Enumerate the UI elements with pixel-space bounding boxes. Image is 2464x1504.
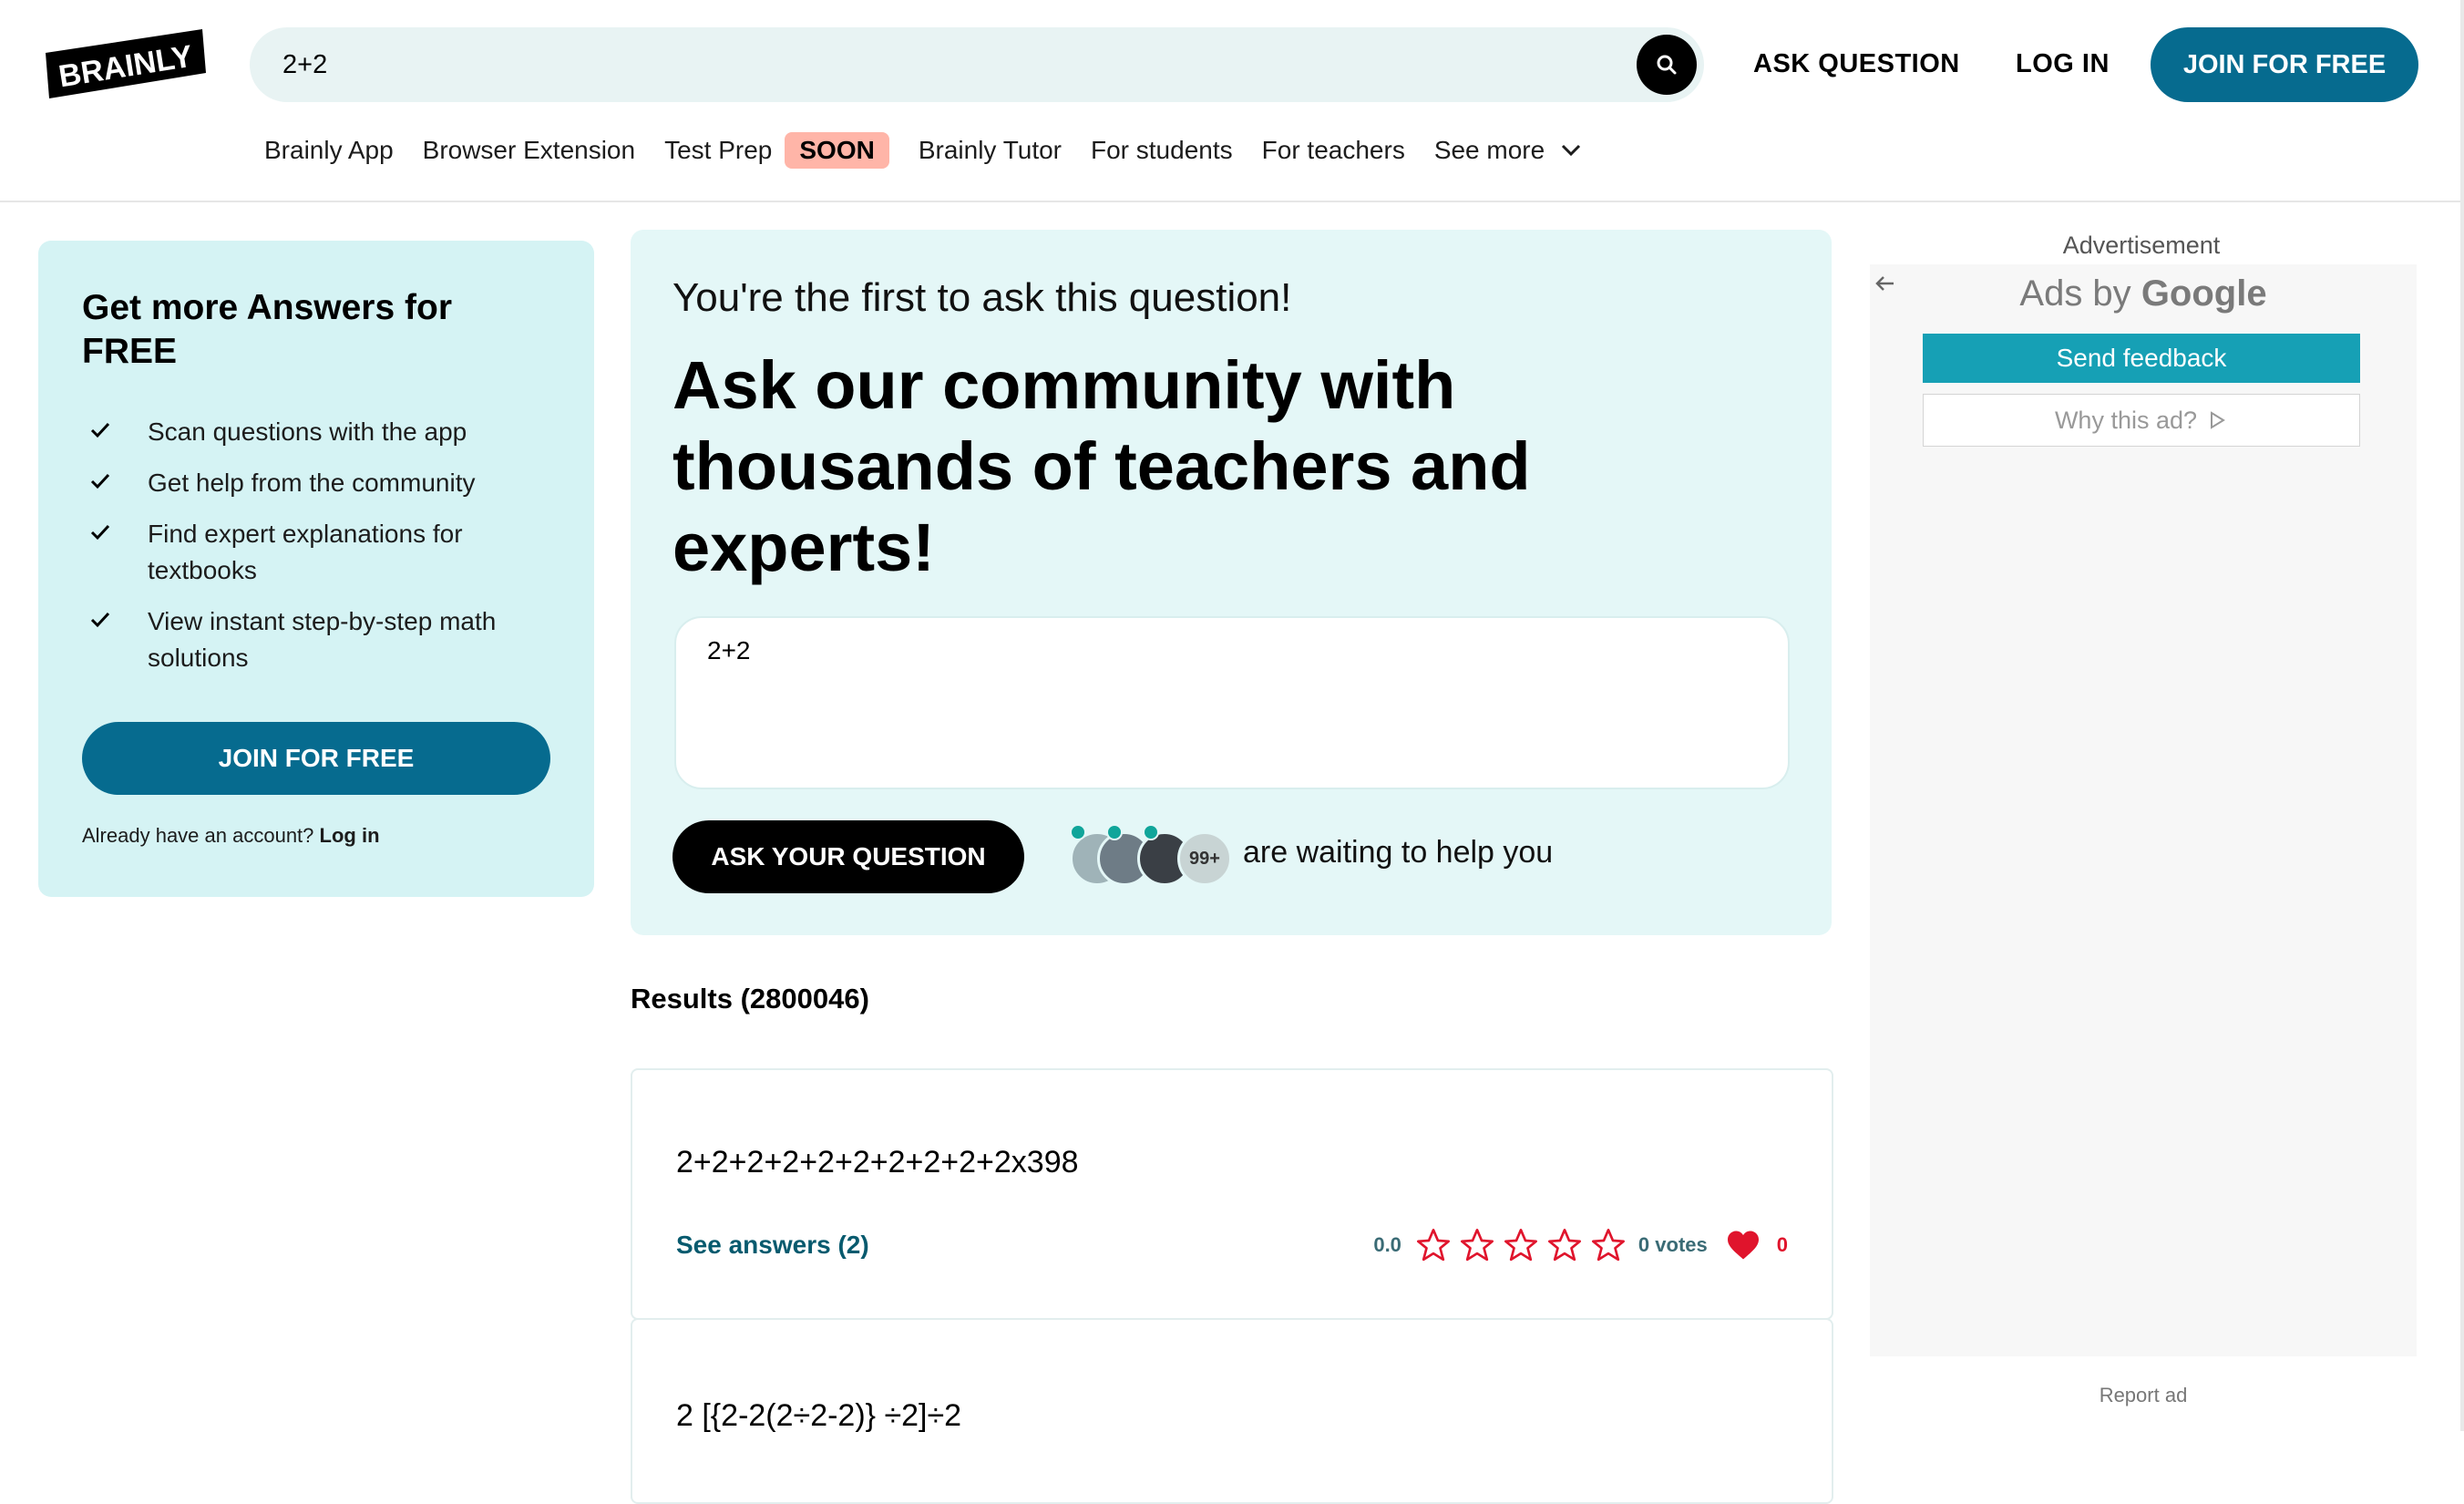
feature-item: View instant step-by-step math solutions: [82, 603, 574, 676]
log-in-link[interactable]: LOG IN: [2016, 49, 2110, 79]
check-icon: [90, 422, 110, 438]
star-icon: [1547, 1229, 1581, 1262]
question-card[interactable]: 2+2+2+2+2+2+2+2+2+2x398 See answers (2) …: [631, 1068, 1833, 1320]
question-card[interactable]: 2 [{2-2(2÷2-2)} ÷2]÷2: [631, 1318, 1833, 1504]
play-icon: [2211, 411, 2225, 429]
send-feedback-button[interactable]: Send feedback: [1923, 334, 2360, 383]
ads-by-google: Ads by Google: [1870, 273, 2417, 314]
promo-join-button[interactable]: JOIN FOR FREE: [82, 722, 550, 795]
nav-browser-extension[interactable]: Browser Extension: [423, 136, 635, 165]
already-have-account: Already have an account? Log in: [82, 824, 380, 848]
nav-brainly-tutor[interactable]: Brainly Tutor: [919, 136, 1062, 165]
why-this-ad-text: Why this ad?: [2054, 406, 2198, 434]
feature-text: Find expert explanations for textbooks: [148, 520, 463, 584]
star-icon: [1460, 1229, 1494, 1262]
search-bar[interactable]: 2+2: [250, 27, 1704, 102]
first-to-ask-text: You're the first to ask this question!: [672, 275, 1292, 320]
ask-community-heading: Ask our community with thousands of teac…: [672, 347, 1531, 585]
star-icon: [1591, 1229, 1625, 1262]
question-text[interactable]: 2 [{2-2(2÷2-2)} ÷2]÷2: [676, 1398, 961, 1434]
check-icon: [90, 524, 110, 541]
feature-item: Find expert explanations for textbooks: [82, 516, 574, 589]
online-dot: [1070, 824, 1086, 840]
question-textarea[interactable]: 2+2: [674, 616, 1790, 789]
why-this-ad-button[interactable]: Why this ad?: [1923, 394, 2360, 447]
star-icon: [1504, 1229, 1537, 1262]
ask-question-link[interactable]: ASK QUESTION: [1753, 49, 1960, 79]
feature-item: Scan questions with the app: [82, 414, 574, 450]
question-textarea-value: 2+2: [707, 636, 751, 664]
heart-icon[interactable]: [1726, 1230, 1761, 1261]
search-input[interactable]: 2+2: [282, 27, 327, 102]
nav-for-students[interactable]: For students: [1091, 136, 1233, 165]
question-text[interactable]: 2+2+2+2+2+2+2+2+2+2x398: [676, 1145, 1079, 1180]
online-dot: [1106, 824, 1123, 840]
search-icon: [1657, 55, 1677, 75]
join-for-free-button[interactable]: JOIN FOR FREE: [2151, 27, 2418, 102]
feature-list: Scan questions with the app Get help fro…: [82, 414, 574, 691]
report-ad-link[interactable]: Report ad: [1870, 1384, 2417, 1407]
check-icon: [90, 473, 110, 489]
nav-brainly-app[interactable]: Brainly App: [264, 136, 394, 165]
soon-badge: SOON: [785, 132, 889, 169]
nav-see-more-label: See more: [1433, 136, 1545, 164]
online-dot: [1143, 824, 1159, 840]
feature-text: Get help from the community: [148, 469, 476, 497]
already-text: Already have an account?: [82, 824, 314, 847]
nav-test-prep[interactable]: Test Prep SOON: [664, 132, 889, 169]
brainly-logo[interactable]: BRAINLY: [42, 27, 208, 100]
search-button[interactable]: [1637, 35, 1697, 95]
see-answers-link[interactable]: See answers (2): [676, 1231, 869, 1260]
promo-login-link[interactable]: Log in: [320, 824, 380, 847]
promo-title: Get more Answers for FREE: [82, 288, 452, 371]
results-count: Results (2800046): [631, 983, 869, 1015]
advertisement-label: Advertisement: [2062, 232, 2221, 259]
votes-count: 0 votes: [1638, 1233, 1708, 1256]
likes-count: 0: [1776, 1233, 1788, 1256]
google-text: Google: [2141, 273, 2267, 314]
ask-question-panel: You're the first to ask this question! A…: [631, 230, 1832, 935]
rating-value: 0.0: [1373, 1233, 1401, 1256]
header: BRAINLY 2+2 ASK QUESTION LOG IN JOIN FOR…: [0, 0, 2464, 202]
promo-card: Get more Answers for FREE Scan questions…: [38, 241, 594, 897]
ask-your-question-button[interactable]: ASK YOUR QUESTION: [672, 820, 1024, 893]
check-icon: [90, 612, 110, 628]
scrollbar[interactable]: [2460, 0, 2464, 1431]
chevron-down-icon: [1562, 144, 1581, 157]
nav-see-more[interactable]: See more: [1434, 136, 1581, 165]
feature-item: Get help from the community: [82, 465, 574, 501]
nav-for-teachers[interactable]: For teachers: [1262, 136, 1405, 165]
helpers-count-badge: 99+: [1177, 831, 1232, 886]
star-icon: [1416, 1229, 1450, 1262]
feature-text: Scan questions with the app: [148, 417, 467, 446]
ads-by-text: Ads by: [2019, 273, 2131, 314]
top-nav: Brainly App Browser Extension Test Prep …: [264, 129, 1610, 171]
rating: 0.0 0 votes 0: [1373, 1227, 1788, 1263]
feature-text: View instant step-by-step math solutions: [148, 607, 497, 672]
helper-avatars: 99+: [1070, 824, 1234, 886]
waiting-to-help-text: are waiting to help you: [1243, 835, 1554, 870]
nav-test-prep-label: Test Prep: [664, 136, 773, 164]
